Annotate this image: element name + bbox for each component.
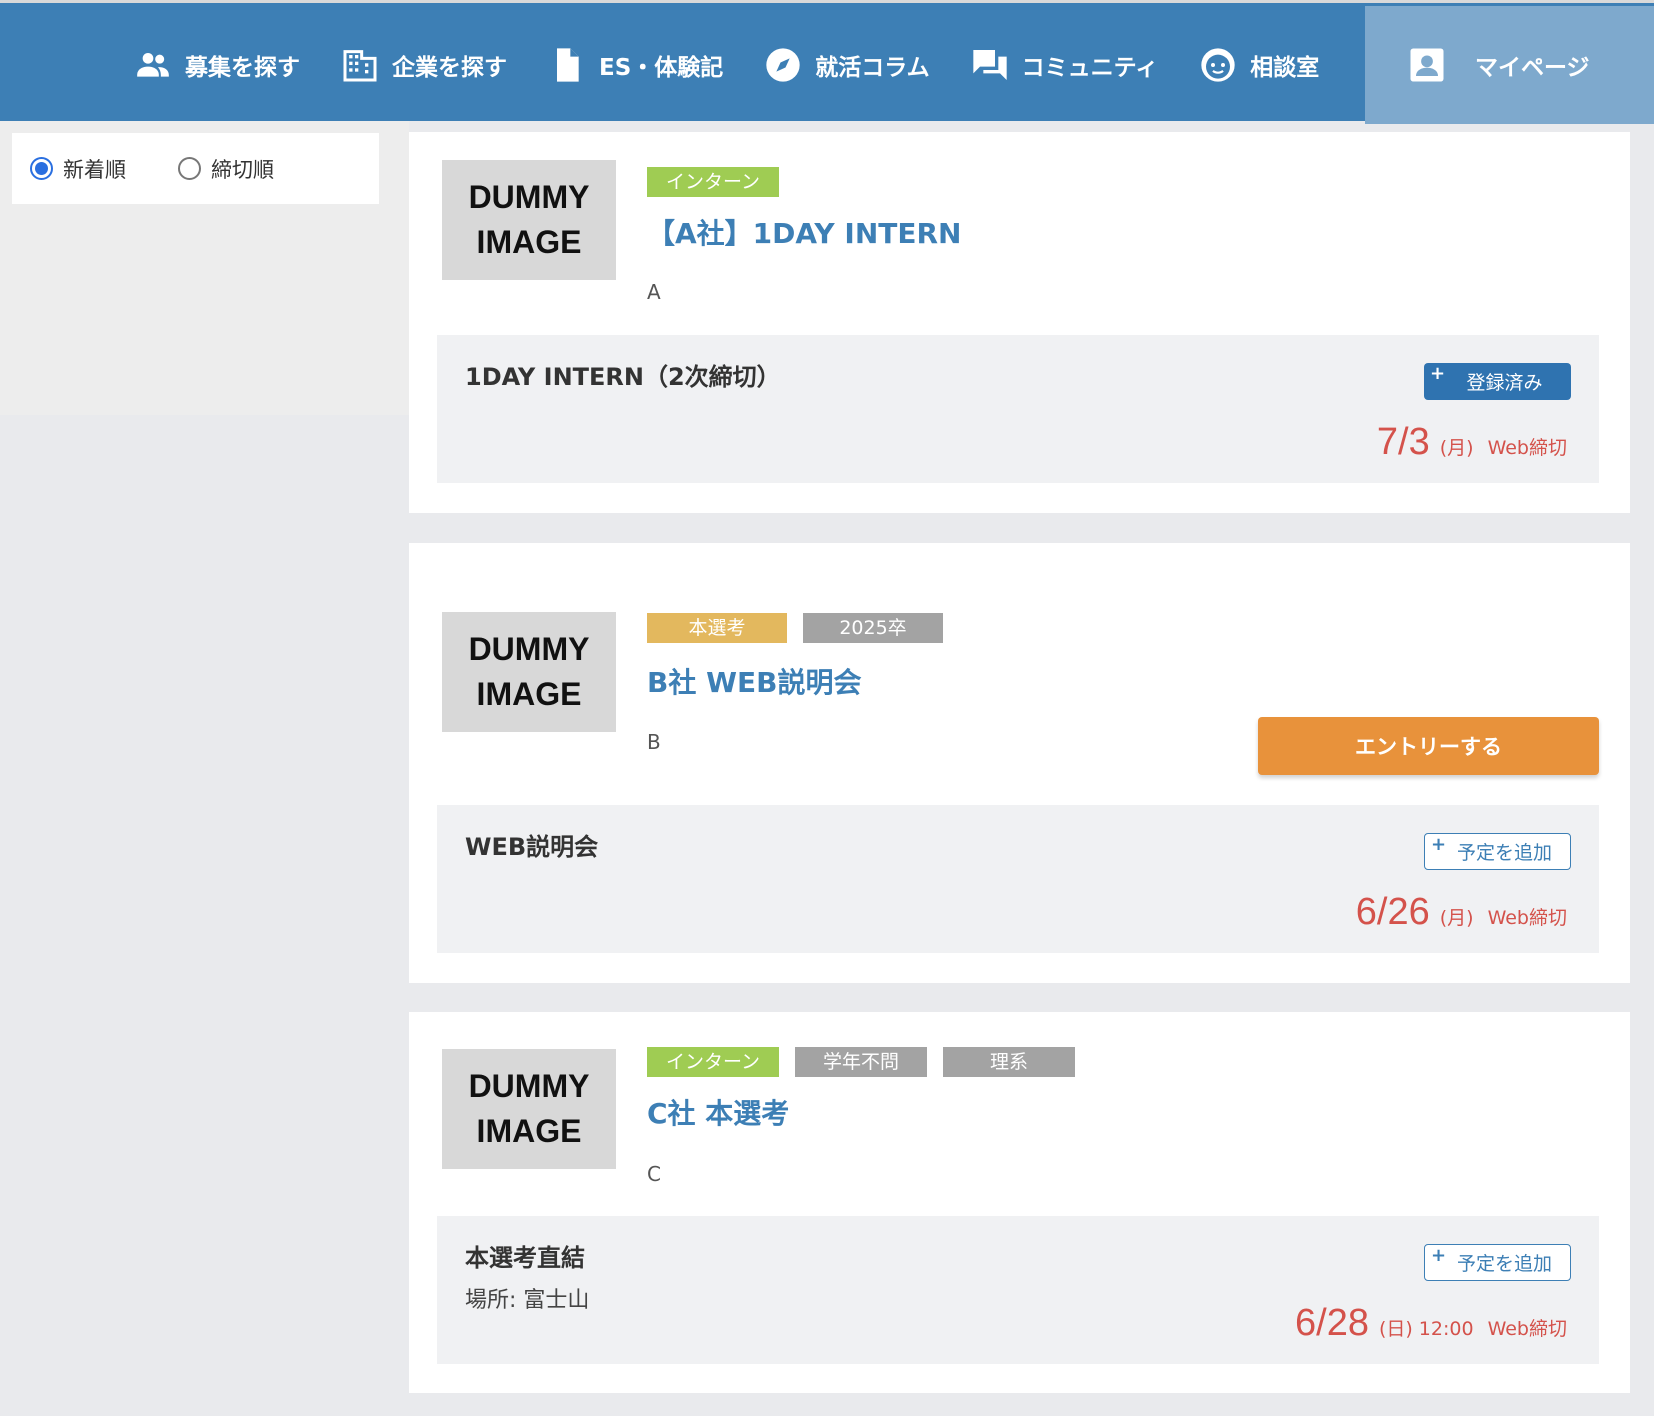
compass-icon bbox=[763, 45, 803, 85]
deadline-label: Web締切 bbox=[1487, 437, 1567, 459]
thumbnail-text: DUMMY bbox=[468, 631, 590, 667]
thumbnail-text: DUMMY bbox=[468, 1068, 590, 1104]
nav-label: コミュニティ bbox=[1021, 55, 1159, 81]
tag-any-grade: 学年不問 bbox=[795, 1047, 927, 1077]
deadline-date: 6/26 bbox=[1355, 891, 1430, 933]
people-icon bbox=[133, 45, 173, 85]
sort-option-label: 締切順 bbox=[211, 157, 274, 182]
job-card: DUMMY IMAGE インターン 学年不問 理系 C社 本選考 C 本選考直結… bbox=[409, 1012, 1630, 1393]
event-title: WEB説明会 bbox=[465, 833, 599, 861]
sort-option-label: 新着順 bbox=[63, 157, 126, 182]
chat-icon bbox=[970, 45, 1010, 85]
tag-main-selection: 本選考 bbox=[647, 613, 787, 643]
nav-item-column[interactable]: 就活コラム bbox=[763, 45, 930, 85]
job-title-link[interactable]: 【A社】1DAY INTERN bbox=[647, 212, 961, 252]
main-nav: 募集を探す 企業を探す ES・体験記 就活コラム コミュニティ 相談室 bbox=[133, 6, 1359, 124]
tag-list: インターン bbox=[647, 167, 795, 197]
job-title-link[interactable]: B社 WEB説明会 bbox=[647, 661, 861, 701]
registered-button[interactable]: + 登録済み bbox=[1424, 363, 1571, 400]
nav-item-es-reports[interactable]: ES・体験記 bbox=[547, 45, 723, 85]
event-detail: 1DAY INTERN（2次締切） + 登録済み 7/3 (月) Web締切 bbox=[437, 335, 1599, 483]
nav-label: 企業を探す bbox=[392, 55, 507, 81]
nav-label: 募集を探す bbox=[185, 55, 300, 81]
mypage-label: マイページ bbox=[1475, 55, 1590, 81]
job-card: DUMMY IMAGE 本選考 2025卒 B社 WEB説明会 B エントリーす… bbox=[409, 543, 1630, 983]
deadline-weekday: (月) bbox=[1439, 437, 1474, 459]
building-icon bbox=[340, 45, 380, 85]
nav-item-community[interactable]: コミュニティ bbox=[970, 45, 1159, 85]
deadline-label: Web締切 bbox=[1487, 1318, 1567, 1340]
deadline-weekday: (日) bbox=[1378, 1318, 1413, 1340]
button-label: 登録済み bbox=[1466, 372, 1543, 394]
plus-icon: + bbox=[1431, 1245, 1447, 1266]
job-card: DUMMY IMAGE インターン 【A社】1DAY INTERN A 1DAY… bbox=[409, 132, 1630, 513]
deadline-label: Web締切 bbox=[1487, 907, 1567, 929]
deadline: 6/28 (日) 12:00 Web締切 bbox=[1295, 1302, 1567, 1345]
tag-list: インターン 学年不問 理系 bbox=[647, 1047, 1091, 1077]
deadline-date: 6/28 bbox=[1295, 1302, 1369, 1344]
sort-option-deadline[interactable]: 締切順 bbox=[178, 154, 274, 184]
nav-label: 相談室 bbox=[1250, 55, 1320, 81]
tag-graduation-year: 2025卒 bbox=[803, 613, 943, 643]
user-card-icon bbox=[1405, 43, 1449, 87]
radio-button-newest[interactable] bbox=[30, 157, 53, 180]
nav-item-consultation[interactable]: 相談室 bbox=[1198, 45, 1319, 85]
tag-intern: インターン bbox=[647, 167, 779, 197]
top-navigation-bar: 募集を探す 企業を探す ES・体験記 就活コラム コミュニティ 相談室 マイペー… bbox=[0, 0, 1654, 124]
event-detail: 本選考直結 場所: 富士山 + 予定を追加 6/28 (日) 12:00 Web… bbox=[437, 1216, 1599, 1364]
job-title-link[interactable]: C社 本選考 bbox=[647, 1092, 789, 1132]
button-label: 予定を追加 bbox=[1456, 842, 1552, 864]
company-thumbnail: DUMMY IMAGE bbox=[442, 160, 616, 280]
company-thumbnail: DUMMY IMAGE bbox=[442, 612, 616, 732]
company-name: C bbox=[647, 1162, 661, 1186]
deadline-weekday: (月) bbox=[1439, 907, 1474, 929]
nav-item-search-jobs[interactable]: 募集を探す bbox=[133, 45, 300, 85]
thumbnail-text: IMAGE bbox=[476, 1113, 582, 1149]
nav-label: ES・体験記 bbox=[599, 55, 724, 81]
thumbnail-text: IMAGE bbox=[476, 676, 582, 712]
event-title: 本選考直結 bbox=[465, 1244, 585, 1272]
document-icon bbox=[547, 45, 587, 85]
nav-label: 就活コラム bbox=[815, 55, 930, 81]
event-location: 場所: 富士山 bbox=[465, 1288, 590, 1313]
radio-button-deadline[interactable] bbox=[178, 157, 201, 180]
plus-icon: + bbox=[1430, 363, 1446, 384]
deadline: 7/3 (月) Web締切 bbox=[1377, 421, 1567, 464]
thumbnail-text: DUMMY bbox=[468, 179, 590, 215]
tag-intern: インターン bbox=[647, 1047, 779, 1077]
tag-science: 理系 bbox=[943, 1047, 1075, 1077]
nav-item-search-companies[interactable]: 企業を探す bbox=[340, 45, 507, 85]
company-name: B bbox=[647, 730, 661, 754]
event-title: 1DAY INTERN（2次締切） bbox=[465, 363, 781, 391]
event-detail: WEB説明会 + 予定を追加 6/26 (月) Web締切 bbox=[437, 805, 1599, 953]
deadline-time: 12:00 bbox=[1418, 1318, 1474, 1340]
deadline: 6/26 (月) Web締切 bbox=[1356, 891, 1567, 934]
deadline-date: 7/3 bbox=[1376, 421, 1430, 463]
sort-option-newest[interactable]: 新着順 bbox=[30, 154, 126, 184]
button-label: 予定を追加 bbox=[1456, 1253, 1552, 1275]
add-schedule-button[interactable]: + 予定を追加 bbox=[1424, 1244, 1571, 1281]
mypage-button[interactable]: マイページ bbox=[1365, 6, 1654, 124]
company-name: A bbox=[647, 280, 661, 304]
entry-button[interactable]: エントリーする bbox=[1258, 717, 1599, 775]
thumbnail-text: IMAGE bbox=[476, 224, 582, 260]
add-schedule-button[interactable]: + 予定を追加 bbox=[1424, 833, 1571, 870]
tag-list: 本選考 2025卒 bbox=[647, 613, 959, 643]
face-icon bbox=[1198, 45, 1238, 85]
plus-icon: + bbox=[1431, 834, 1447, 855]
sort-options: 新着順 締切順 bbox=[12, 133, 379, 204]
company-thumbnail: DUMMY IMAGE bbox=[442, 1049, 616, 1169]
